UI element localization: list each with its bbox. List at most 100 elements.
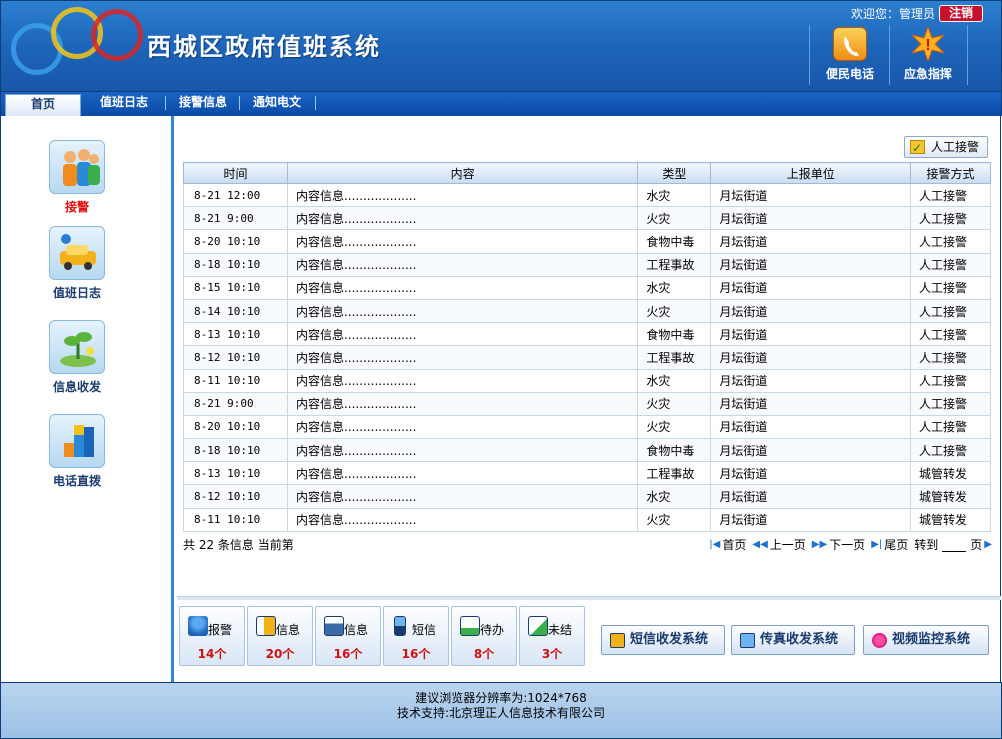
cell-unit: 月坛街道 [710, 345, 912, 370]
cell-time: 8-11 10:10 [183, 368, 288, 393]
sidebar-item-duty-log[interactable]: 值班日志 [37, 226, 117, 301]
sidebar-item-direct-dial[interactable]: 电话直拨 [37, 414, 117, 489]
tab-duty-log[interactable]: 值班日志 [89, 92, 159, 116]
sidebar-item-info-exchange[interactable]: 信息收发 [37, 320, 117, 395]
app-title: 西城区政府值班系统 [147, 33, 381, 61]
cell-type: 水灾 [637, 484, 712, 509]
manual-alarm-button[interactable]: 人工接警 [904, 136, 988, 158]
tab-notices[interactable]: 通知电文 [245, 92, 309, 116]
table-row[interactable]: 8-21 9:00 内容信息................... 火灾 月坛街道 人工… [183, 206, 991, 231]
column-header-unit[interactable]: 上报单位 [710, 162, 912, 184]
table-row[interactable]: 8-18 10:10 内容信息................... 食物中毒 月坛街… [183, 438, 991, 463]
cell-unit: 月坛街道 [710, 275, 912, 300]
cell-unit: 月坛街道 [710, 414, 912, 440]
stat-label: 信息 [344, 623, 369, 637]
table-row[interactable]: 8-12 10:10 内容信息................... 工程事故 月坛街… [183, 345, 991, 370]
cell-content: 内容信息................... [286, 252, 639, 277]
column-header-time[interactable]: 时间 [183, 162, 288, 184]
stat-alarm-button[interactable]: 报警 14个 [179, 606, 245, 666]
cell-unit: 月坛街道 [710, 461, 912, 486]
column-header-method[interactable]: 接警方式 [910, 162, 991, 184]
main-content: 人工接警 时间 内容 类型 上报单位 接警方式 8-21 12:00内容信息..… [177, 116, 1001, 682]
sidebar-item-alarm[interactable]: 接警 [37, 140, 117, 215]
cell-time: 8-18 10:10 [183, 438, 288, 463]
cell-type: 工程事故 [637, 461, 712, 486]
table-row[interactable]: 8-13 10:10 内容信息................... 食物中毒 月坛街… [183, 322, 991, 347]
stat-todo-button[interactable]: 待办 8个 [451, 606, 517, 666]
table-row[interactable]: 8-21 9:00 内容信息................... 火灾 月坛街道 人工… [183, 391, 991, 416]
welcome-text: 欢迎您：管理员 [850, 7, 935, 21]
stat-info-button[interactable]: 信息 20个 [247, 606, 313, 666]
table-row[interactable]: 8-11 10:10 内容信息................... 水灾 月坛街道人… [183, 368, 991, 393]
page-suffix-label: 页 [970, 538, 983, 552]
cell-content: 内容信息................... [286, 206, 639, 231]
cell-unit: 月坛街道 [710, 206, 912, 231]
stat-count: 8个 [473, 647, 495, 661]
cell-content: 内容信息................... [286, 229, 639, 254]
table-header-row: 时间 内容 类型 上报单位 接警方式 [183, 162, 991, 184]
table-row[interactable]: 8-11 10:10 内容信息................... 火灾 月坛街道城… [183, 507, 991, 532]
cell-content: 内容信息................... [286, 182, 639, 208]
stat-sms-button[interactable]: 短信 16个 [383, 606, 449, 666]
convenience-phone-button[interactable]: 便民电话 [815, 25, 885, 87]
cell-unit: 月坛街道 [710, 507, 912, 532]
cell-method: 人工接警 [910, 438, 991, 463]
cell-method: 人工接警 [910, 391, 991, 416]
cell-content: 内容信息................... [286, 391, 639, 416]
table-row[interactable]: 8-18 10:10 内容信息................... 工程事故 月坛街… [183, 252, 991, 277]
table-row[interactable]: 8-21 12:00 内容信息................... 水灾 月坛街道人… [183, 182, 991, 208]
cell-type: 食物中毒 [637, 322, 712, 347]
page-number-input[interactable] [942, 537, 967, 552]
stat-label: 未结 [548, 623, 573, 637]
sms-system-button[interactable]: 短信收发系统 [601, 625, 725, 655]
table-row[interactable]: 8-12 10:10 内容信息................... 水灾 月坛街道城… [183, 484, 991, 509]
cell-time: 8-21 9:00 [183, 206, 288, 231]
alarm-table: 时间 内容 类型 上报单位 接警方式 8-21 12:00 内容信息.......… [183, 162, 991, 532]
cell-type: 火灾 [637, 414, 712, 440]
table-row[interactable]: 8-13 10:10 内容信息................... 工程事故 月坛街… [183, 461, 991, 486]
cell-method: 城管转发 [910, 461, 991, 486]
next-page-link[interactable]: ▶▶ 下一页 [812, 536, 865, 553]
prev-page-link[interactable]: ◀◀ 上一页 [752, 536, 805, 553]
main-nav: 首页 值班日志 接警信息 通知电文 [0, 92, 1002, 116]
cell-content: 内容信息................... [286, 438, 639, 463]
cell-type: 食物中毒 [637, 229, 712, 254]
go-arrow-icon[interactable]: ▶ [984, 539, 992, 550]
emergency-command-button[interactable]: ! 应急指挥 [893, 25, 963, 87]
mobile-icon [394, 616, 406, 636]
cell-content: 内容信息................... [286, 414, 639, 440]
table-row[interactable]: 8-15 10:10 内容信息................... 水灾 月坛街道人… [183, 275, 991, 300]
tab-alarm-info[interactable]: 接警信息 [171, 92, 235, 116]
cell-method: 人工接警 [910, 206, 991, 231]
cell-time: 8-20 10:10 [183, 229, 288, 254]
cell-type: 火灾 [637, 507, 712, 532]
stat-info-print-button[interactable]: 信息 16个 [315, 606, 381, 666]
cell-content: 内容信息................... [286, 507, 639, 532]
first-page-link[interactable]: |◀ 首页 [709, 536, 746, 553]
alert-burst-icon: ! [910, 25, 946, 63]
last-page-link[interactable]: ▶| 尾页 [871, 536, 908, 553]
sort-icon [256, 616, 276, 636]
stat-count: 20个 [265, 647, 295, 661]
cell-method: 人工接警 [910, 298, 991, 324]
sidebar-item-label: 电话直拨 [52, 474, 101, 488]
table-row[interactable]: 8-20 10:10 内容信息................... 食物中毒 月坛街… [183, 229, 991, 254]
table-row[interactable]: 8-20 10:10 内容信息................... 火灾 月坛街道人… [183, 414, 991, 440]
column-header-type[interactable]: 类型 [637, 162, 712, 184]
logout-button[interactable]: 注销 [939, 5, 983, 22]
fax-system-button[interactable]: 传真收发系统 [731, 625, 855, 655]
footer: 建议浏览器分辨率为:1024*768 技术支持:北京理正人信息技术有限公司 [0, 682, 1002, 739]
cell-type: 工程事故 [637, 252, 712, 277]
cell-method: 城管转发 [910, 507, 991, 532]
cell-method: 城管转发 [910, 484, 991, 509]
cell-unit: 月坛街道 [710, 182, 912, 208]
last-page-icon: ▶| [871, 539, 883, 550]
video-system-button[interactable]: 视频监控系统 [863, 625, 989, 655]
table-row[interactable]: 8-14 10:10 内容信息................... 火灾 月坛街道人… [183, 298, 991, 324]
column-header-content[interactable]: 内容 [286, 162, 639, 184]
tab-home[interactable]: 首页 [5, 94, 81, 116]
stat-unfinished-button[interactable]: 未结 3个 [519, 606, 585, 666]
cell-type: 火灾 [637, 206, 712, 231]
calendar-icon [460, 616, 480, 636]
cell-content: 内容信息................... [286, 298, 639, 324]
